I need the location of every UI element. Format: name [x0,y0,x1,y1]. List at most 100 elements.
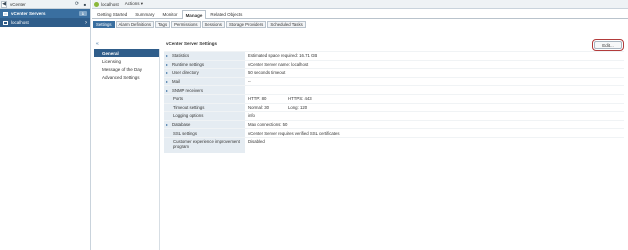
expand-triangle-icon[interactable]: ▸ [166,88,170,93]
setting-label-cell[interactable]: ▸ Mail [164,77,246,86]
server-status-icon [94,1,99,7]
subtab-sessions[interactable]: Sessions [201,20,225,28]
setting-label-cell: Customer experience improvement program [164,137,246,153]
setting-value-cell: 50 seconds timeout [246,69,624,77]
main-pane: localhost Actions ▾ Getting Started Summa… [92,0,628,250]
tab-monitor[interactable]: Monitor [159,10,182,18]
tab-manage[interactable]: Manage [181,10,207,19]
expand-triangle-icon[interactable]: ▸ [166,70,170,75]
setting-value-cell: vCenter Server name: localhost [246,61,624,69]
setting-value-cell: Estimated space required: 16.71 GB [246,52,624,60]
settings-row: Logging options info [164,111,624,120]
object-header: localhost Actions ▾ [92,0,628,9]
expand-triangle-icon[interactable]: ▸ [166,79,170,84]
setting-label-cell: SSL settings [164,129,246,137]
subtab-permissions[interactable]: Permissions [171,20,201,28]
setting-label: SSL settings [173,130,197,136]
navigator-toolbar: ◀ vCenter ⟳ ■ [0,0,90,9]
setting-value-cell: Disabled [246,138,624,153]
setting-label-cell[interactable]: ▸ Runtime settings [164,60,246,69]
pin-icon[interactable]: ■ [82,1,88,8]
expand-triangle-icon[interactable]: ▸ [166,122,170,127]
navigator-title: vCenter [10,1,26,7]
settings-row: ▸ User directory 50 seconds timeout [164,68,624,77]
setting-value-secondary: HTTPS: 443 [288,96,312,102]
navigator-count-badge: 1 [78,11,87,16]
setting-label: Ports [173,96,184,102]
tab-related-objects[interactable]: Related Objects [206,10,246,18]
object-title: localhost [101,1,119,7]
navigator-item-localhost[interactable]: localhost › [0,18,90,27]
settings-row: ▸ Database Max connections: 50 [164,119,624,129]
setting-label-cell: Timeout settings [164,103,246,112]
settings-row: ▸ Mail -- [164,76,624,86]
tab-getting-started[interactable]: Getting Started [93,10,131,18]
section-title: vCenter Server Settings [166,41,218,46]
setting-label: Database [172,122,191,128]
settings-table: ▸ Statistics Estimated space required: 16.… [164,51,624,153]
setting-value: 50 seconds timeout [248,70,286,76]
settings-category-list: General Licensing Message of the Day Advanc… [94,49,160,250]
setting-value-cell: HTTP: 80 HTTPS: 443 [246,95,624,103]
setting-label: SNMP receivers [172,87,203,93]
setting-label-cell[interactable]: ▸ SNMP receivers [164,86,246,94]
subtab-tags[interactable]: Tags [155,20,171,28]
setting-value: Max connections: 50 [248,122,288,128]
settings-row: ▸ Statistics Estimated space required: 16.… [164,51,624,60]
expand-triangle-icon[interactable]: ▸ [166,53,170,58]
category-message-of-the-day[interactable]: Message of the Day [94,65,159,73]
category-general[interactable]: General [94,49,159,57]
subtab-scheduled-tasks[interactable]: Scheduled Tasks [267,20,306,28]
setting-label: Logging options [173,113,204,119]
navigator-item-label: localhost [11,20,29,25]
setting-value-cell: info [246,112,624,120]
category-licensing[interactable]: Licensing [94,57,159,65]
main-tabs: Getting Started Summary Monitor Manage Relat… [92,9,628,19]
vcenter-icon [3,11,8,16]
setting-label-cell[interactable]: ▸ User directory [164,69,246,77]
setting-value: Normal: 30 [248,104,270,110]
collapse-icon[interactable]: « [96,41,99,47]
setting-label: Runtime settings [172,61,205,67]
setting-label-cell[interactable]: ▸ Database [164,120,246,129]
setting-value-secondary: Long: 120 [288,104,308,110]
subtab-storage-providers[interactable]: Storage Providers [225,20,267,28]
navigator-header-label: vCenter Servers [11,11,46,16]
setting-value-cell: vCenter Server requires verified SSL cer… [246,129,624,137]
setting-value-cell: Max connections: 50 [246,121,624,129]
subtab-settings[interactable]: Settings [93,20,115,28]
setting-label-cell: Ports [164,94,246,103]
setting-value-cell: Normal: 30 Long: 120 [246,104,624,112]
edit-button[interactable]: Edit... [592,39,624,51]
actions-menu[interactable]: Actions ▾ [125,1,143,7]
navigator-panel: ◀ vCenter ⟳ ■ vCenter Servers 1 localhos… [0,0,91,250]
navigator-header[interactable]: vCenter Servers 1 [0,9,90,18]
expand-triangle-icon[interactable]: ▸ [166,62,170,67]
setting-label-cell[interactable]: ▸ Statistics [164,52,246,60]
setting-label: User directory [172,70,199,76]
back-button[interactable]: ◀ [1,0,7,8]
subtab-alarm-definitions[interactable]: Alarm Definitions [115,20,155,28]
setting-label: Timeout settings [173,104,205,110]
settings-row: Customer experience improvement program D… [164,136,624,153]
setting-value: HTTP: 80 [248,96,267,102]
history-icon[interactable]: ⟳ [73,1,81,8]
setting-value-cell: -- [246,78,624,86]
tab-summary[interactable]: Summary [131,10,158,18]
sub-tabs: Settings Alarm Definitions Tags Permissions… [92,19,628,29]
settings-row: Timeout settings Normal: 30 Long: 120 [164,102,624,112]
setting-value: Disabled [248,138,265,144]
settings-row: ▸ Runtime settings vCenter Server name: lo… [164,59,624,69]
setting-label: Statistics [172,53,190,59]
settings-row: ▸ SNMP receivers [164,85,624,94]
setting-label: Mail [172,79,180,85]
setting-value-cell [246,86,624,94]
settings-row: Ports HTTP: 80 HTTPS: 443 [164,93,624,103]
setting-value: Estimated space required: 16.71 GB [248,53,318,59]
host-icon [3,20,8,25]
setting-value: vCenter Server name: localhost [248,61,309,67]
setting-label: Customer experience improvement program [173,138,240,150]
category-advanced-settings[interactable]: Advanced Settings [94,73,159,81]
setting-label-cell: Logging options [164,112,246,120]
chevron-right-icon: › [85,19,87,26]
